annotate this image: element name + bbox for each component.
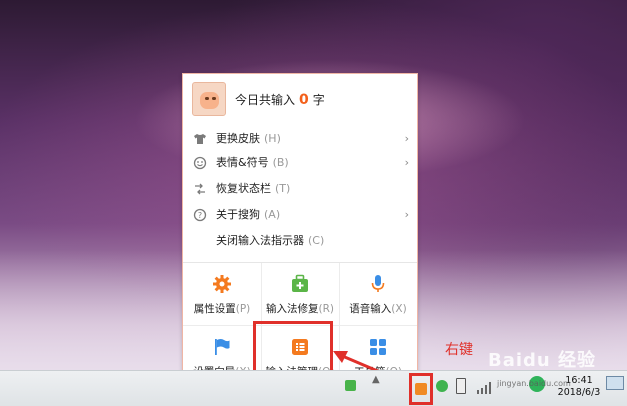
menu-item-change-skin[interactable]: 更换皮肤 (H) ›	[183, 126, 417, 152]
menu-shortcut: (A)	[264, 208, 281, 221]
gear-icon	[212, 274, 232, 294]
avatar-eye	[205, 97, 209, 100]
grid-item-repair[interactable]: 输入法修复(R)	[261, 263, 339, 325]
menu-shortcut: (C)	[308, 234, 325, 247]
menu-header: 今日共输入 0 字	[183, 74, 417, 124]
menu-item-close-indicator[interactable]: 关闭输入法指示器 (C)	[183, 228, 417, 254]
chevron-right-icon: ›	[404, 156, 409, 169]
sogou-tray-icon	[415, 383, 427, 395]
menu-shortcut: (B)	[272, 156, 289, 169]
menu-label: 恢复状态栏	[216, 182, 271, 195]
repair-kit-icon	[290, 274, 310, 294]
help-icon: ?	[193, 208, 207, 222]
count-prefix: 今日共输入	[235, 93, 296, 107]
menu-item-emoji-symbols[interactable]: 表情&符号 (B) ›	[183, 150, 417, 176]
smiley-icon	[193, 156, 207, 170]
grid-item-settings[interactable]: 属性设置(P)	[183, 263, 261, 325]
menu-item-restore-toolbar[interactable]: 恢复状态栏 (T)	[183, 176, 417, 202]
annotation-label: 右键	[445, 342, 473, 358]
microphone-icon	[368, 274, 388, 294]
sync-icon[interactable]	[436, 380, 448, 392]
menu-label: 关于搜狗	[216, 208, 260, 221]
menu-item-about-sogou[interactable]: ? 关于搜狗 (A) ›	[183, 202, 417, 228]
show-desktop-button[interactable]	[606, 376, 624, 390]
flag-icon	[212, 337, 232, 357]
grid-shortcut: (P)	[235, 303, 251, 315]
grid-shortcut: (R)	[318, 303, 335, 315]
clock-date: 2018/6/3	[557, 387, 601, 398]
avatar-face-icon	[200, 92, 219, 109]
battery-icon[interactable]	[456, 378, 466, 394]
svg-text:?: ?	[198, 211, 202, 220]
grid-label: 属性设置	[193, 303, 236, 315]
shirt-icon	[193, 132, 207, 146]
grid-label: 输入法修复	[266, 303, 319, 315]
typing-count: 今日共输入 0 字	[235, 91, 325, 108]
ime-tray-highlight[interactable]	[409, 373, 433, 405]
tray-expand-icon[interactable]: ▲	[372, 375, 382, 385]
menu-list: 更换皮肤 (H) › 表情&符号 (B) › 恢复状态栏 (T) ? 关于搜狗 (A) …	[183, 124, 417, 254]
count-value: 0	[299, 92, 309, 108]
watermark-url: jingyan.baidu.com	[497, 379, 571, 388]
avatar-eye	[212, 97, 216, 100]
count-suffix: 字	[312, 93, 325, 107]
avatar[interactable]	[192, 82, 226, 116]
chevron-right-icon: ›	[404, 208, 409, 221]
grid-shortcut: (X)	[391, 303, 407, 315]
menu-shortcut: (H)	[264, 132, 281, 145]
tray-app-icon[interactable]	[345, 380, 356, 391]
watermark: Baidu 经验	[488, 350, 597, 371]
network-icon[interactable]	[476, 379, 492, 394]
grid-item-voice-input[interactable]: 语音输入(X)	[339, 263, 417, 325]
grid-label: 语音输入	[349, 303, 392, 315]
chevron-right-icon: ›	[404, 132, 409, 145]
menu-shortcut: (T)	[275, 182, 291, 195]
menu-label: 表情&符号	[216, 156, 269, 169]
toolbar-icon	[193, 182, 207, 196]
taskbar: ▲ 16:41 2018/6/3	[0, 370, 627, 406]
menu-label: 关闭输入法指示器	[216, 234, 304, 247]
menu-label: 更换皮肤	[216, 132, 260, 145]
